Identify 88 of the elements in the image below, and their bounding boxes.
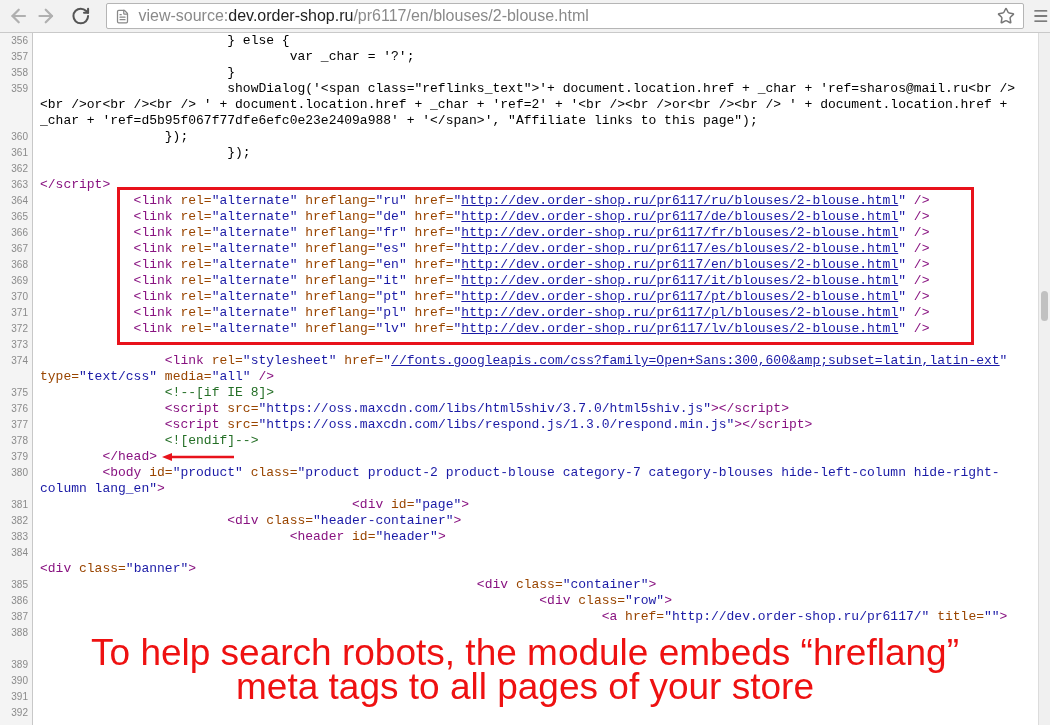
- code-link[interactable]: http://dev.order-shop.ru/pr6117/lv/blouses/2-blouse.html: [461, 321, 899, 336]
- line-number: 383: [11, 530, 28, 544]
- menu-icon[interactable]: [1032, 7, 1050, 25]
- code-line: column lang_en">: [40, 481, 165, 497]
- code-line: showDialog('<span class="reflinks_text">'+ document.location.href + _char + 'ref=sharos@mail.ru<br />: [226, 81, 1016, 97]
- line-number: 388: [11, 626, 28, 640]
- line-number: 386: [11, 594, 28, 608]
- code-link[interactable]: http://dev.order-shop.ru/pr6117/de/blouses/2-blouse.html: [461, 209, 899, 224]
- code-line: <!--[if IE 8]>: [163, 385, 275, 401]
- code-line: <div class="banner">: [40, 561, 197, 577]
- line-number: 384: [11, 546, 28, 560]
- code-line: } else {: [226, 33, 290, 49]
- code-link[interactable]: http://dev.order-shop.ru/pr6117/ru/blouses/2-blouse.html: [461, 193, 899, 208]
- code-line: <link rel="alternate" hreflang="pt" href="http://dev.order-shop.ru/pr6117/pt/blouses/2-blouse.html" />: [132, 289, 930, 305]
- bookmark-star-icon[interactable]: [997, 7, 1016, 25]
- line-number: 360: [11, 130, 28, 144]
- code-line: <div id="page">: [351, 497, 470, 513]
- code-line: _char + 'ref=d5b95f067f77dfe6efc0e23e2409a988' + '</span>', "Affiliate links to this page");: [40, 113, 758, 129]
- code-line: var _char = '?';: [288, 49, 415, 65]
- code-link[interactable]: http://dev.order-shop.ru/pr6117/en/blouses/2-blouse.html: [461, 257, 899, 272]
- code-line: }: [226, 65, 236, 81]
- code-link[interactable]: http://dev.order-shop.ru/pr6117/pt/blouses/2-blouse.html: [461, 289, 899, 304]
- code-line: <div class="container">: [475, 577, 657, 593]
- code-line: });: [163, 129, 189, 145]
- code-line: <script src="https://oss.maxcdn.com/libs/respond.js/1.3.0/respond.min.js"></script>: [163, 417, 813, 433]
- reload-icon[interactable]: [70, 6, 91, 26]
- code-line: <link rel="alternate" hreflang="lv" href="http://dev.order-shop.ru/pr6117/lv/blouses/2-blouse.html" />: [132, 321, 930, 337]
- line-number: 374: [11, 354, 28, 368]
- line-number: 376: [11, 402, 28, 416]
- code-line: <link rel="alternate" hreflang="en" href="http://dev.order-shop.ru/pr6117/en/blouses/2-blouse.html" />: [132, 257, 930, 273]
- line-number: 378: [11, 434, 28, 448]
- line-number: 367: [11, 242, 28, 256]
- code-line: type="text/css" media="all" />: [40, 369, 275, 385]
- line-number: 357: [11, 50, 28, 64]
- line-number: 392: [11, 706, 28, 720]
- line-number: 390: [11, 674, 28, 688]
- code-line: <div class="row">: [538, 593, 672, 609]
- line-number: 359: [11, 82, 28, 96]
- line-number: 373: [11, 338, 28, 352]
- code-line: <br />or<br /><br /> ' + document.location.href + _char + 'ref=2' + '<br /><br />or<br /><br /> ' + document.location.href +: [40, 97, 1008, 113]
- code-line: <link rel="alternate" hreflang="es" href="http://dev.order-shop.ru/pr6117/es/blouses/2-blouse.html" />: [132, 241, 930, 257]
- scrollbar-thumb[interactable]: [1041, 291, 1048, 321]
- line-number: 365: [11, 210, 28, 224]
- code-line: });: [226, 145, 251, 161]
- line-number: 366: [11, 226, 28, 240]
- line-number: 389: [11, 658, 28, 672]
- code-line: <a href="http://dev.order-shop.ru/pr6117/" title="">: [600, 609, 1008, 625]
- code-line: <![endif]-->: [163, 433, 259, 449]
- line-number: 372: [11, 322, 28, 336]
- line-number: 382: [11, 514, 28, 528]
- code-line: </script>: [40, 177, 111, 193]
- line-number: 385: [11, 578, 28, 592]
- code-line: <link rel="alternate" hreflang="pl" href="http://dev.order-shop.ru/pr6117/pl/blouses/2-blouse.html" />: [132, 305, 930, 321]
- code-line: <div class="header-container">: [226, 513, 462, 529]
- line-number: 377: [11, 418, 28, 432]
- line-number: 381: [11, 498, 28, 512]
- code-link[interactable]: //fonts.googleapis.com/css?family=Open+Sans:300,600&amp;subset=latin,latin-ext: [391, 353, 1000, 368]
- line-number: 379: [11, 450, 28, 464]
- code-line: <link rel="alternate" hreflang="it" href="http://dev.order-shop.ru/pr6117/it/blouses/2-blouse.html" />: [132, 273, 930, 289]
- line-number: 364: [11, 194, 28, 208]
- scrollbar[interactable]: [1038, 33, 1050, 725]
- code-line: <header id="header">: [288, 529, 446, 545]
- code-link[interactable]: http://dev.order-shop.ru/pr6117/es/blouses/2-blouse.html: [461, 241, 899, 256]
- line-number: 356: [11, 34, 28, 48]
- code-line: <link rel="alternate" hreflang="ru" href="http://dev.order-shop.ru/pr6117/ru/blouses/2-blouse.html" />: [132, 193, 930, 209]
- page-icon: [115, 8, 131, 24]
- line-number: 375: [11, 386, 28, 400]
- code-link[interactable]: http://dev.order-shop.ru/pr6117/pl/blouses/2-blouse.html: [461, 305, 899, 320]
- code-link[interactable]: http://dev.order-shop.ru/pr6117/fr/blouses/2-blouse.html: [461, 225, 899, 240]
- code-link[interactable]: http://dev.order-shop.ru/pr6117/it/blouses/2-blouse.html: [461, 273, 899, 288]
- line-number: 362: [11, 162, 28, 176]
- code-line: <link rel="alternate" hreflang="fr" href="http://dev.order-shop.ru/pr6117/fr/blouses/2-blouse.html" />: [132, 225, 930, 241]
- line-number: 369: [11, 274, 28, 288]
- code-line: <link rel="stylesheet" href="//fonts.googleapis.com/css?family=Open+Sans:300,600&amp;subset=latin,latin-ext": [163, 353, 1008, 369]
- line-number: 363: [11, 178, 28, 192]
- code-line: </head>: [101, 449, 158, 465]
- code-line: <body id="product" class="product product-2 product-blouse category-7 category-blouses hide-left-column hide-right-: [101, 465, 1000, 481]
- line-number: 368: [11, 258, 28, 272]
- code-line: <script src="https://oss.maxcdn.com/libs/html5shiv/3.7.0/html5shiv.js"></script>: [163, 401, 789, 417]
- code-line: <link rel="alternate" hreflang="de" href="http://dev.order-shop.ru/pr6117/de/blouses/2-blouse.html" />: [132, 209, 930, 225]
- line-number: 380: [11, 466, 28, 480]
- address-bar[interactable]: view-source:dev.order-shop.ru/pr6117/en/blouses/2-blouse.html: [106, 3, 1025, 29]
- line-number: 370: [11, 290, 28, 304]
- line-number: 358: [11, 66, 28, 80]
- line-number: 391: [11, 690, 28, 704]
- line-number: 387: [11, 610, 28, 624]
- line-number: 371: [11, 306, 28, 320]
- line-number: 361: [11, 146, 28, 160]
